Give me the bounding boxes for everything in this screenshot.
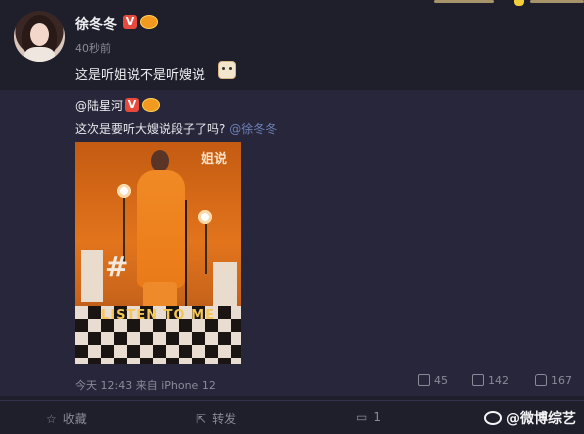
- like-count[interactable]: 167: [535, 374, 572, 390]
- comment-icon: [472, 374, 484, 386]
- post-username[interactable]: 徐冬冬: [75, 14, 117, 34]
- poster-tagline: LISTEN TO ME: [101, 308, 215, 323]
- poster-logo-text: 姐说: [200, 152, 227, 167]
- verified-badge: V: [123, 15, 137, 29]
- post-text: 这是听姐说不是听嫂说: [75, 68, 206, 83]
- weibo-post: 徐冬冬 V 40秒前 这是听姐说不是听嫂说: [0, 0, 584, 92]
- vip-level-icon: [140, 15, 158, 29]
- repost-vip-level-icon: [142, 98, 160, 112]
- comment-count[interactable]: 142: [472, 374, 509, 390]
- weibo-logo-icon: [484, 411, 502, 425]
- forward-icon: ⇱: [196, 412, 207, 426]
- post-timestamp[interactable]: 40秒前: [75, 40, 111, 56]
- favorite-button[interactable]: ☆ 收藏: [46, 410, 87, 427]
- forward-button[interactable]: ⇱ 转发: [196, 410, 236, 427]
- repost-count[interactable]: 45: [418, 374, 448, 390]
- reposted-weibo[interactable]: @陆星河 V 这次是要听大嫂说段子了吗? @徐冬冬 姐说 # LISTEN TO…: [0, 90, 584, 396]
- star-icon: ☆: [46, 412, 57, 426]
- poster-hash-text: #: [105, 250, 129, 283]
- cat-emoji-icon: [218, 61, 236, 79]
- repost-mention-link[interactable]: @徐冬冬: [229, 122, 277, 136]
- repost-username[interactable]: @陆星河: [75, 97, 123, 114]
- repost-body: 这次是要听大嫂说段子了吗?: [75, 122, 226, 136]
- repost-text: 这次是要听大嫂说段子了吗? @徐冬冬: [75, 120, 277, 137]
- share-icon: [418, 374, 430, 386]
- repost-meta[interactable]: 今天 12:43 来自 iPhone 12: [75, 377, 216, 393]
- comment-button[interactable]: ▭ 1: [356, 410, 381, 424]
- repost-verified-badge: V: [125, 98, 139, 112]
- weibo-watermark: @微博综艺: [484, 408, 576, 428]
- comment-icon: ▭: [356, 410, 368, 424]
- poster-image[interactable]: 姐说 # LISTEN TO ME: [75, 142, 241, 364]
- thumb-up-icon: [535, 374, 547, 386]
- avatar[interactable]: [14, 11, 65, 62]
